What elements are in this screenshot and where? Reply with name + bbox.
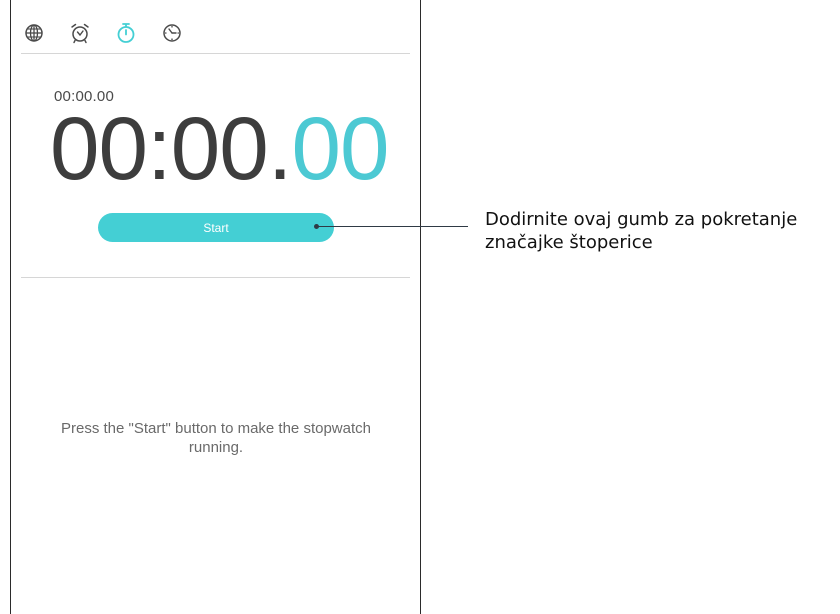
world-clock-icon	[25, 24, 43, 42]
tab-divider	[21, 53, 410, 54]
tab-world-clock[interactable]	[21, 20, 47, 46]
callout-annotation: Dodirnite ovaj gumb za pokretanje značaj…	[485, 209, 798, 253]
main-time-value: 00:00.	[50, 98, 292, 198]
tab-stopwatch[interactable]	[113, 20, 139, 46]
empty-laps-hint: Press the "Start" button to make the sto…	[61, 420, 371, 456]
stopwatch-icon	[117, 23, 135, 43]
centiseconds-value: 00	[291, 98, 389, 198]
phone-screen: 00:00.00 00:00.00 Start Press the "Start…	[10, 0, 421, 614]
timer-icon	[163, 24, 181, 42]
main-time-display: 00:00.00	[50, 98, 389, 198]
laps-divider	[21, 277, 410, 278]
tab-timer[interactable]	[159, 20, 185, 46]
tab-alarm[interactable]	[67, 20, 93, 46]
start-button[interactable]: Start	[98, 213, 334, 242]
clock-tab-bar	[21, 18, 205, 48]
callout-leader-line	[318, 226, 468, 227]
alarm-icon	[71, 23, 89, 44]
